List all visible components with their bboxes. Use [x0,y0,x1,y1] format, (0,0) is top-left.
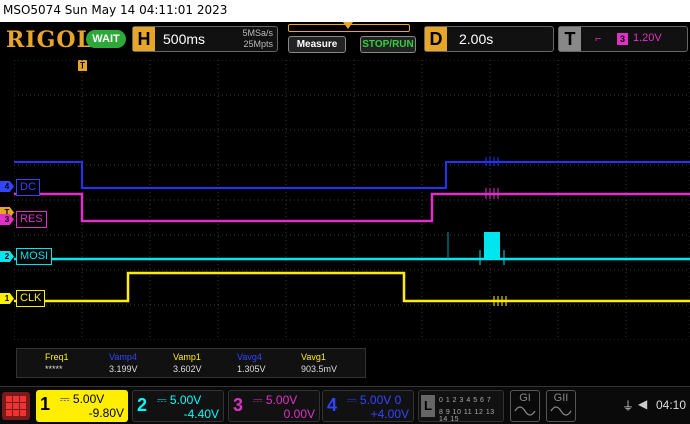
ch3-label[interactable]: RES [16,211,47,228]
ch3-scale: ⎓ 5.00V [253,393,298,407]
measurement-value: 3.199V [109,364,138,374]
sample-rate: 5MSa/s [242,28,273,38]
horizontal-timebase-control[interactable]: H 500ms 5MSa/s 25Mpts [132,26,278,52]
home-menu-icon-cell [6,410,12,416]
ch4-offset: +4.00V [370,407,409,421]
title-bar: MSO5074 Sun May 14 04:11:01 2023 [0,0,690,22]
measurement-vavg4: Vavg4 1.305V [237,351,266,375]
horizontal-letter: H [133,27,155,51]
trigger-control[interactable]: T ⌐ 3 1.20V [558,26,688,52]
trigger-position-overview [288,22,410,32]
ch4-number: 4 [327,395,338,415]
delay-control[interactable]: D 2.00s [424,26,554,52]
ch2-scale-value: 5.00V [169,393,202,407]
system-clock: 04:10 [656,398,687,412]
delay-letter: D [425,27,447,51]
measurement-vavg1: Vavg1 903.5mV [301,351,337,375]
measure-button[interactable]: Measure [288,36,346,53]
ch2-mosi-burst [484,232,500,258]
sine-wave-icon [514,406,536,416]
ch4-settings[interactable]: 4 ⎓ 5.00V 0 +4.00V [322,390,414,422]
logic-channels-row1: 0 1 2 3 4 5 6 7 [439,397,492,404]
ch1-label[interactable]: CLK [16,290,46,307]
waveform-display[interactable] [14,60,690,340]
rising-edge-icon: ⌐ [595,33,602,45]
home-menu-icon-cell [20,396,26,402]
ch3-ground-marker[interactable]: 3 [0,214,14,225]
run-stop-button[interactable]: STOP/RUN [360,36,416,53]
measurement-value: 903.5mV [301,364,338,374]
ch1-number: 1 [40,394,51,414]
acquisition-status-badge: WAIT [86,30,126,48]
sine-wave-icon [550,406,572,416]
measurement-vamp1: Vamp1 3.602V [173,351,202,375]
measurement-name: Vavg4 [237,352,262,362]
ch1-clk-trace [14,271,690,303]
timebase-value: 500ms [163,31,206,47]
bottom-bar: 1 ⎓ 5.00V -9.80V 2 ⎓ 5.00V -4.40V 3 ⎓ 5.… [0,386,690,424]
measurement-name: Freq1 [45,352,69,362]
ch3-number: 3 [233,395,244,415]
measurement-vamp4: Vamp4 3.199V [109,351,138,375]
measurement-value: 1.305V [237,364,266,374]
measurement-name: Vavg1 [301,352,326,362]
home-menu-icon-cell [13,410,19,416]
ch3-settings[interactable]: 3 ⎓ 5.00V 0.00V [228,390,320,422]
ch1-offset: -9.80V [88,406,124,420]
measurement-panel[interactable]: Freq1 ***** Vamp4 3.199V Vamp1 3.602V Va… [16,348,366,378]
trigger-level: 1.20V [633,32,662,44]
ch2-label[interactable]: MOSI [16,248,53,265]
ch4-extra: 0 [394,393,402,407]
ch4-scale: ⎓ 5.00V 0 [347,393,402,407]
ch4-ground-marker[interactable]: 4 [0,181,14,192]
measurement-freq1: Freq1 ***** [45,351,69,375]
home-menu-icon-cell [13,403,19,409]
ch4-scale-value: 5.00V [359,393,392,407]
graticule [14,60,690,340]
home-menu-icon-cell [13,396,19,402]
measurement-name: Vamp1 [173,352,201,362]
ch3-res-trace [14,192,690,223]
home-menu-icon-cell [6,396,12,402]
speaker-icon[interactable]: ◀ [638,397,647,411]
ch1-ground-marker[interactable]: 1 [0,293,14,304]
memory-depth: 25Mpts [243,39,273,49]
home-menu-icon-cell [20,403,26,409]
home-menu-icon-cell [6,403,12,409]
generator1-label: GI [519,392,531,404]
ch2-number: 2 [137,395,148,415]
ch2-ground-marker[interactable]: 2 [0,251,14,262]
ch3-scale-value: 5.00V [265,393,298,407]
ch4-dc-trace [14,161,690,189]
measurement-value: 3.602V [173,364,202,374]
logic-channels-row2: 8 9 10 11 12 13 14 15 [439,409,495,423]
ch3-offset: 0.00V [283,407,315,421]
ch1-settings[interactable]: 1 ⎓ 5.00V -9.80V [36,390,128,422]
generator1-button[interactable]: GI [510,390,540,422]
ch1-scale: ⎓ 5.00V [60,392,105,406]
delay-value: 2.00s [459,31,494,47]
ch4-label[interactable]: DC [16,179,40,196]
logic-analyzer-settings[interactable]: L 0 1 2 3 4 5 6 7 8 9 10 11 12 13 14 15 [418,390,504,423]
ch2-settings[interactable]: 2 ⎓ 5.00V -4.40V [132,390,224,422]
title-bar-text: MSO5074 Sun May 14 04:11:01 2023 [3,3,228,17]
trigger-position-arrow-icon [343,22,353,29]
sample-info: 5MSa/s 25Mpts [242,28,273,50]
home-menu-icon-cell [20,410,26,416]
trigger-letter: T [559,27,581,51]
top-toolbar: RIGOL WAIT H 500ms 5MSa/s 25Mpts Measure… [0,22,690,56]
ch1-scale-value: 5.00V [72,392,105,406]
logic-letter: L [421,395,435,417]
usb-icon: ⏚ [622,399,635,413]
rigol-logo[interactable]: RIGOL [6,27,93,53]
trigger-source: 3 [617,33,628,45]
generator2-label: GII [553,392,569,404]
home-menu-icon[interactable] [2,392,30,420]
ch2-offset: -4.40V [183,407,219,421]
generator2-button[interactable]: GII [546,390,576,422]
measurement-name: Vamp4 [109,352,137,362]
ch2-scale: ⎓ 5.00V [157,393,202,407]
measurement-value: ***** [45,364,63,374]
